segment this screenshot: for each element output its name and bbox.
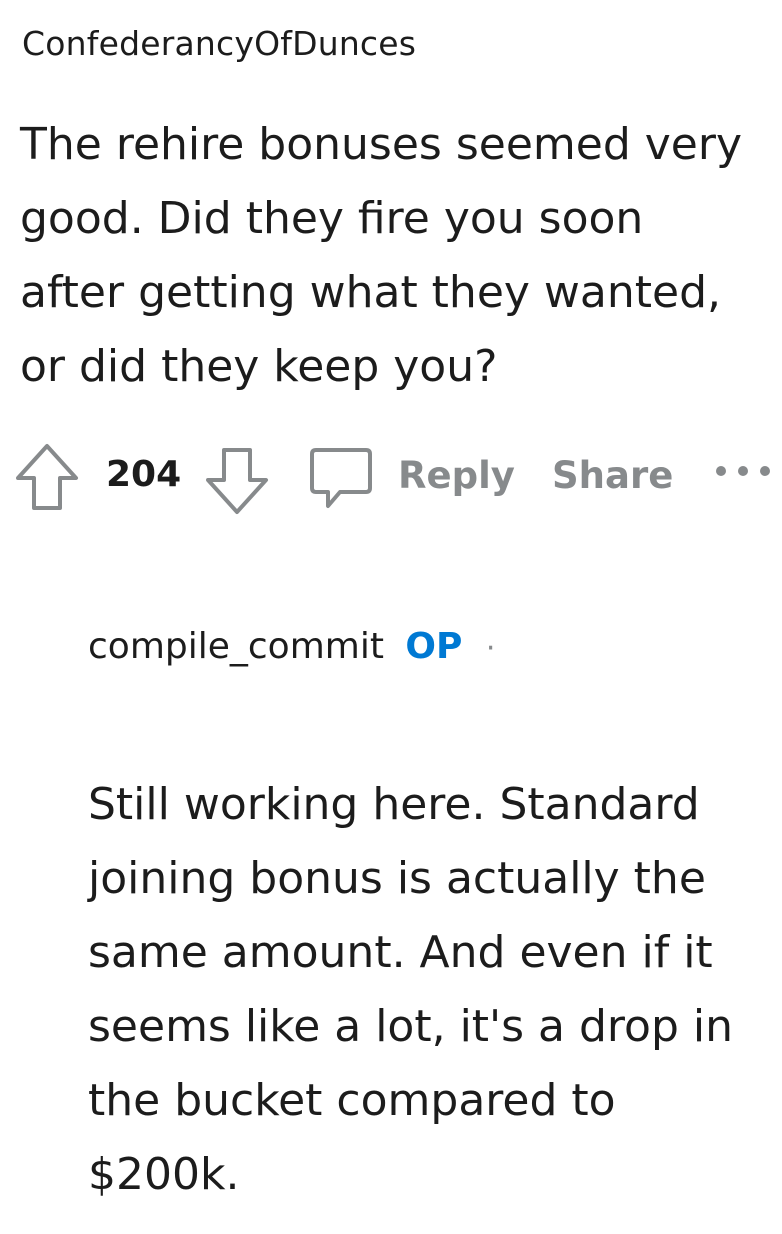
downvote-icon[interactable] [204,446,270,516]
more-options-icon[interactable] [714,464,772,478]
reply-author[interactable]: compile_commit [88,626,384,667]
vote-count: 204 [106,454,182,495]
separator-dot: · [485,631,496,666]
comment-body: The rehire bonuses seemed very good. Did… [20,119,742,392]
op-badge: OP [405,626,463,667]
share-button[interactable]: Share [552,454,673,497]
comment-author[interactable]: ConfederancyOfDunces [22,24,416,63]
reply-body: Still working here. Standard joining bon… [88,779,734,1200]
comment-action-bar: 204 Reply Share [14,440,782,516]
upvote-icon[interactable] [14,442,80,512]
reply-button[interactable]: Reply [398,454,515,497]
reply-header: compile_commit OP · [88,626,495,667]
comment-bubble-icon[interactable] [306,444,376,514]
